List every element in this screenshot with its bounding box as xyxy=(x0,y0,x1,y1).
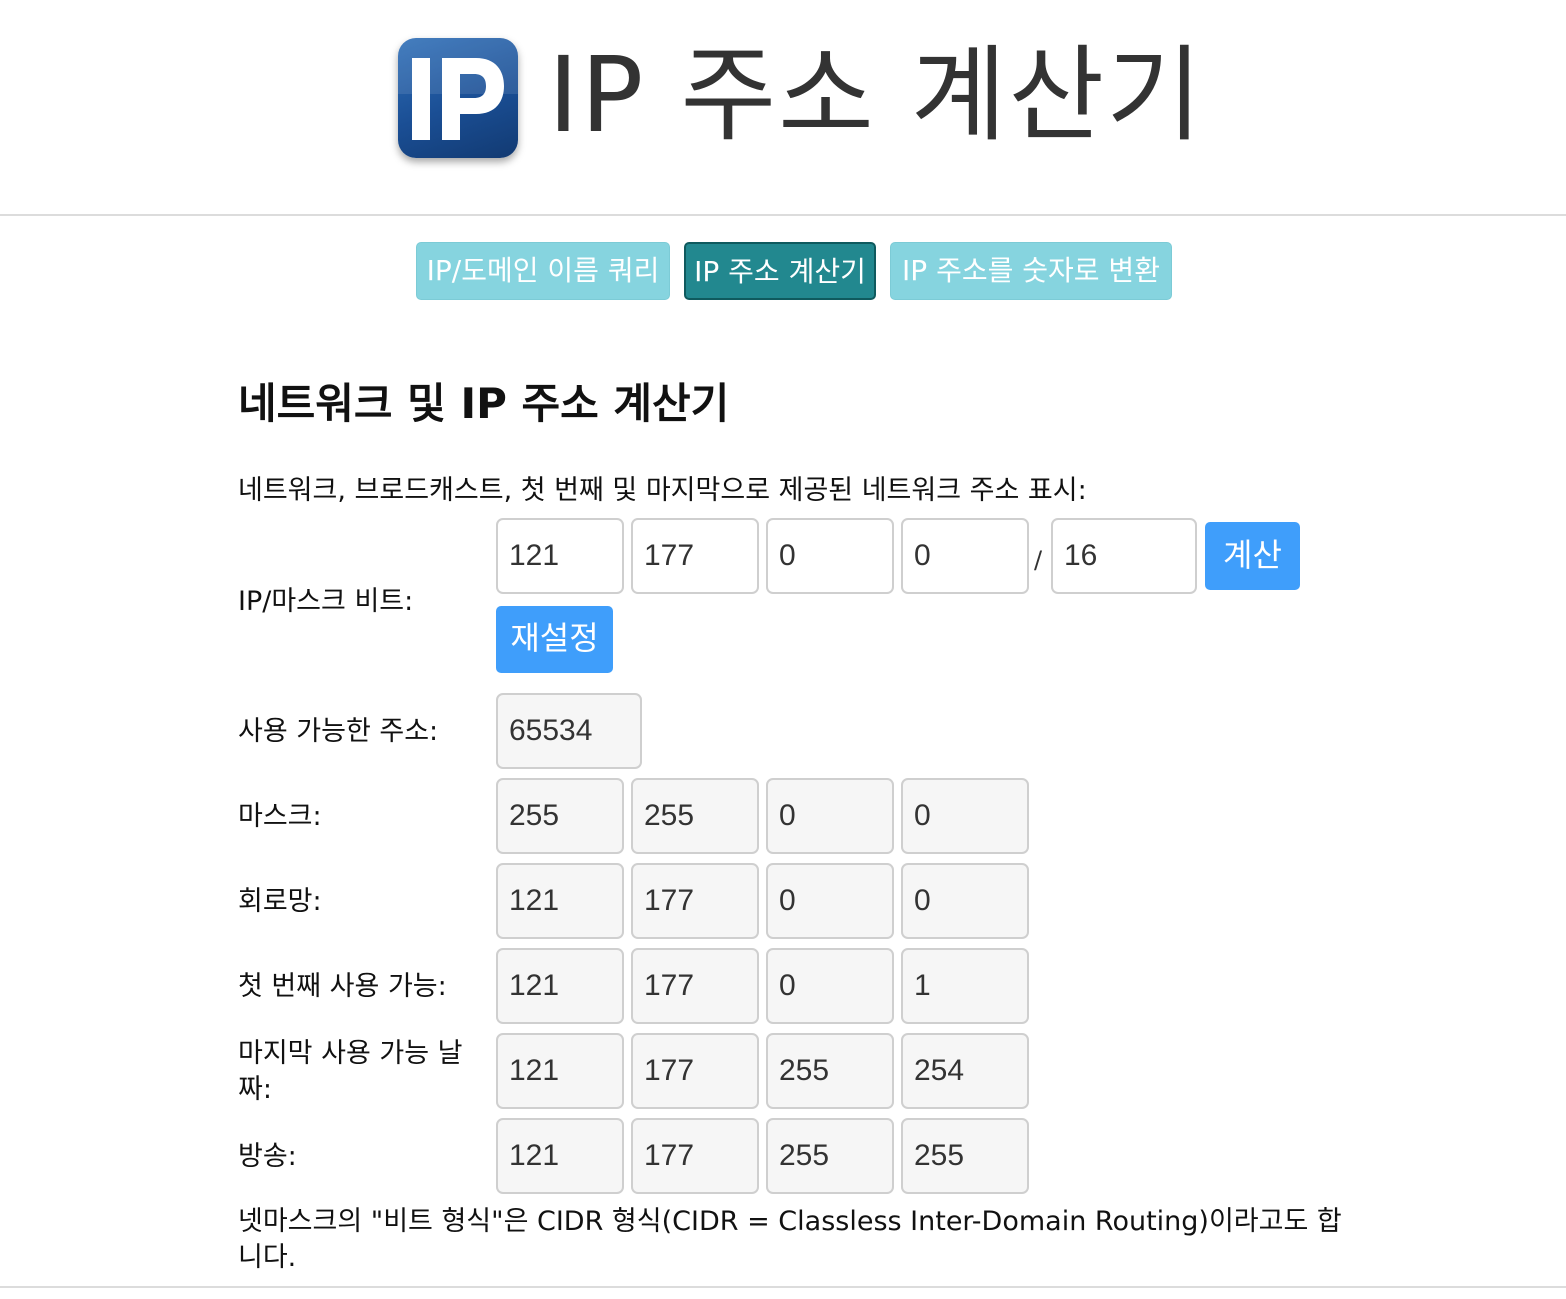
mask-octet-2-field: 255 xyxy=(631,778,759,854)
section-heading: 네트워크 및 IP 주소 계산기 xyxy=(238,379,730,428)
reset-button[interactable]: 재설정 xyxy=(496,606,613,673)
first-usable-octet-3-field: 0 xyxy=(766,948,894,1024)
first-usable-octet-2-field: 177 xyxy=(631,948,759,1024)
page-header: IP 주소 계산기 xyxy=(0,0,1566,216)
usable-addresses-field: 65534 xyxy=(496,693,642,769)
network-octet-2-field: 177 xyxy=(631,863,759,939)
calculate-button[interactable]: 계산 xyxy=(1205,522,1300,590)
cidr-note: 넷마스크의 "비트 형식"은 CIDR 형식(CIDR = Classless … xyxy=(238,1206,1342,1273)
last-usable-octet-2-field: 177 xyxy=(631,1033,759,1109)
ip-mask-label: IP/마스크 비트: xyxy=(238,586,414,617)
mask-octet-1-field: 255 xyxy=(496,778,624,854)
first-usable-octet-4-field: 1 xyxy=(901,948,1029,1024)
ip-octet-4-input[interactable]: 0 xyxy=(901,518,1029,594)
broadcast-octet-1-field: 121 xyxy=(496,1118,624,1194)
network-octet-4-field: 0 xyxy=(901,863,1029,939)
section-description: 네트워크, 브로드캐스트, 첫 번째 및 마지막으로 제공된 네트워크 주소 표… xyxy=(238,475,1087,506)
network-octet-1-field: 121 xyxy=(496,863,624,939)
network-label: 회로망: xyxy=(238,886,322,917)
mask-octet-4-field: 0 xyxy=(901,778,1029,854)
ip-octet-1-input[interactable]: 121 xyxy=(496,518,624,594)
tab-ip-to-number[interactable]: IP 주소를 숫자로 변환 xyxy=(890,242,1172,300)
broadcast-octet-2-field: 177 xyxy=(631,1118,759,1194)
mask-bits-input[interactable]: 16 xyxy=(1051,518,1197,594)
last-usable-octet-1-field: 121 xyxy=(496,1033,624,1109)
last-usable-label: 마지막 사용 가능 날짜: xyxy=(238,1038,463,1105)
ip-logo-icon xyxy=(398,38,518,158)
mask-separator: / xyxy=(1034,546,1043,574)
usable-addresses-label: 사용 가능한 주소: xyxy=(238,716,439,747)
broadcast-label: 방송: xyxy=(238,1141,297,1172)
mask-label: 마스크: xyxy=(238,801,322,832)
last-usable-octet-3-field: 255 xyxy=(766,1033,894,1109)
first-usable-label: 첫 번째 사용 가능: xyxy=(238,971,447,1002)
network-octet-3-field: 0 xyxy=(766,863,894,939)
tab-ip-domain-query[interactable]: IP/도메인 이름 쿼리 xyxy=(416,242,670,300)
ip-octet-2-input[interactable]: 177 xyxy=(631,518,759,594)
broadcast-octet-4-field: 255 xyxy=(901,1118,1029,1194)
tab-ip-calculator[interactable]: IP 주소 계산기 xyxy=(684,242,876,300)
last-usable-octet-4-field: 254 xyxy=(901,1033,1029,1109)
broadcast-octet-3-field: 255 xyxy=(766,1118,894,1194)
app-title: IP 주소 계산기 xyxy=(548,34,1204,156)
bottom-divider xyxy=(0,1286,1566,1288)
first-usable-octet-1-field: 121 xyxy=(496,948,624,1024)
mask-octet-3-field: 0 xyxy=(766,778,894,854)
ip-octet-3-input[interactable]: 0 xyxy=(766,518,894,594)
